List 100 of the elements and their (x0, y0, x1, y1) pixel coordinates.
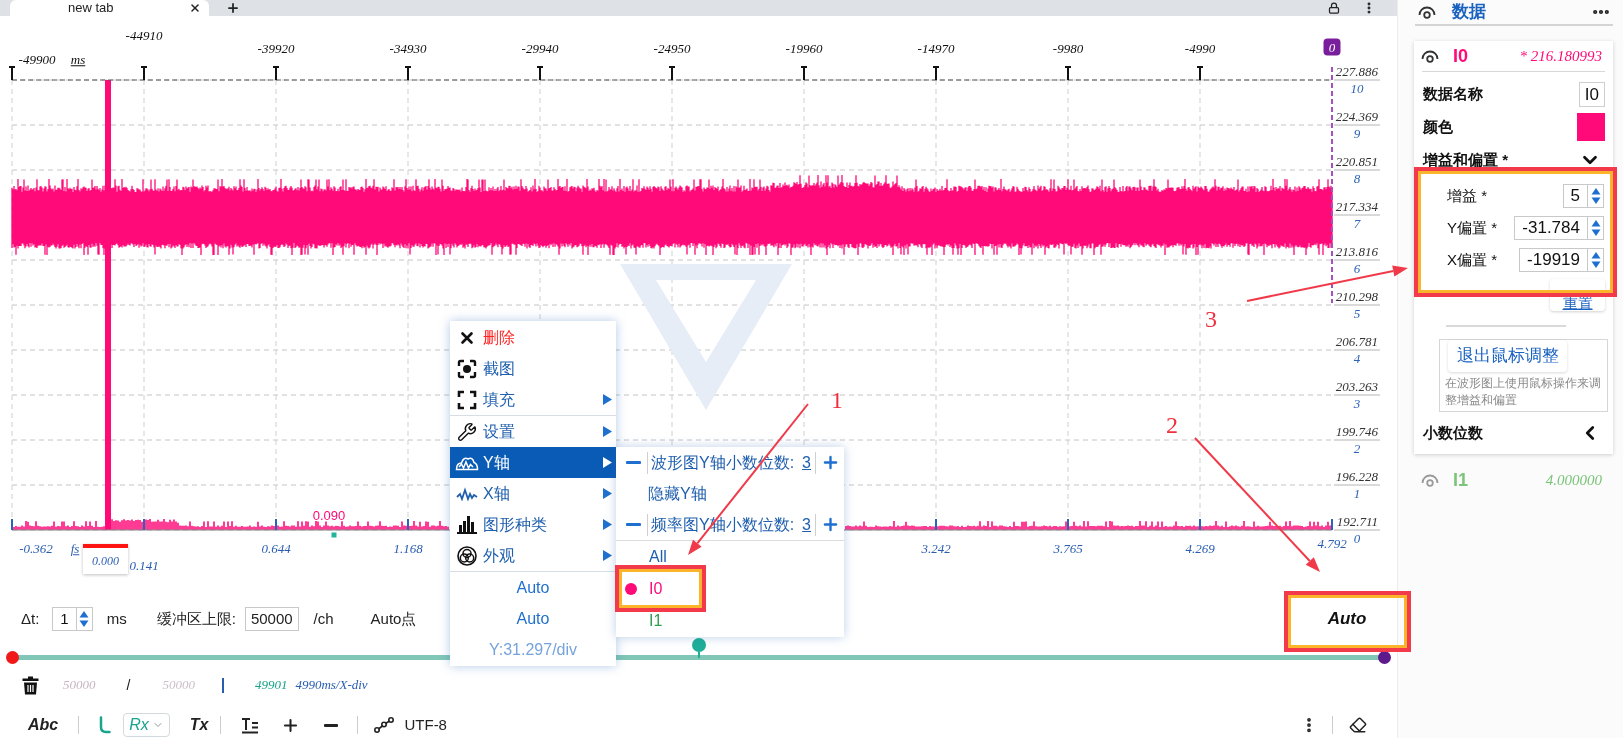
panel-title[interactable]: 数据 (1452, 0, 1486, 25)
menu-item[interactable]: 填充 (450, 384, 616, 415)
field-label: 缓冲区上限: (156, 608, 236, 629)
axis-label: 3.765 (1053, 540, 1083, 559)
field-label: 数据名称 (1423, 84, 1483, 105)
axis-label: -0.362 (19, 540, 53, 559)
axis-label: -39920 (257, 40, 295, 59)
menu-item[interactable]: 图形种类 (450, 509, 616, 540)
scale-readout: 4990ms/X-div (295, 676, 368, 695)
eye-icon[interactable] (1418, 5, 1436, 19)
axis-label: 220.851 (1335, 153, 1378, 172)
submenu-arrow-icon (603, 519, 612, 530)
menu-item[interactable]: Auto (450, 572, 616, 603)
minus-icon (625, 523, 641, 526)
axis-division: 4 (1353, 350, 1361, 369)
axis-label: -9980 (1052, 40, 1084, 59)
exit-adjust-button[interactable]: 退出鼠标调整 (1448, 340, 1567, 372)
menu-item[interactable]: All (616, 541, 844, 573)
number-input[interactable]: 5 (1562, 184, 1604, 208)
color-swatch[interactable] (1577, 113, 1605, 141)
axis-label: 224.369 (1335, 108, 1378, 127)
axis-label: -19960 (785, 40, 823, 59)
field-label: X偏置 * (1447, 249, 1497, 270)
menu-item[interactable]: 截图 (450, 353, 616, 384)
menu-item[interactable]: X轴 (450, 478, 616, 509)
channel-name[interactable]: I0 (1453, 42, 1468, 70)
axis-division: 6 (1353, 260, 1361, 279)
background-logo-icon (620, 264, 792, 410)
spinner-arrows-icon[interactable] (79, 610, 90, 628)
axis-division: 1 (1353, 485, 1361, 504)
trash-icon[interactable] (22, 675, 39, 695)
menu-item[interactable]: Y轴 (450, 447, 616, 478)
menu-item[interactable]: Auto (450, 603, 616, 634)
decimal-value[interactable]: 3 (802, 450, 811, 475)
peak-value-label: 0.090 (312, 507, 346, 526)
decimal-value[interactable]: 3 (802, 512, 811, 537)
submenu-arrow-icon (603, 426, 612, 437)
submenu-arrow-icon (603, 488, 612, 499)
capacity-text: 50000 (162, 676, 195, 695)
text-format-button[interactable]: Abc (28, 713, 59, 737)
annotation-number: 3 (1205, 306, 1217, 332)
axis-label: 192.711 (1336, 513, 1378, 532)
submenu-arrow-icon (603, 394, 612, 405)
axis-label: 1.168 (393, 540, 423, 559)
axis-label: 0.644 (261, 540, 291, 559)
annotation-number: 1 (831, 387, 843, 413)
tx-button[interactable]: Tx (189, 713, 209, 737)
interval-input[interactable]: 1 (52, 607, 93, 631)
number-input[interactable]: -31.784 (1514, 216, 1604, 240)
close-icon[interactable] (189, 2, 201, 14)
number-input[interactable]: -19919 (1519, 248, 1604, 272)
axis-unit: ms (70, 51, 86, 70)
name-input[interactable]: I0 (1578, 82, 1605, 107)
menu-item[interactable]: 隐藏Y轴 (616, 478, 844, 509)
spinner-arrows-icon[interactable] (1590, 251, 1601, 269)
axis-label: -24950 (653, 40, 691, 59)
browser-tab[interactable]: new tab (10, 0, 209, 16)
axis-division: 5 (1353, 305, 1361, 324)
wrench-icon (457, 421, 477, 442)
menu-item[interactable]: I1 (616, 605, 844, 637)
field-label: Auto点 (370, 608, 417, 629)
new-tab-icon[interactable] (226, 1, 240, 15)
encoding-button[interactable]: UTF-8 (404, 713, 447, 737)
axis-label: 196.228 (1335, 468, 1378, 487)
menu-item[interactable]: 设置 (450, 416, 616, 447)
axis-label: 217.334 (1335, 198, 1378, 217)
range-start-handle[interactable] (6, 651, 19, 664)
text-lines-icon[interactable] (241, 716, 260, 734)
menu-item[interactable]: 外观 (450, 540, 616, 571)
axis-division: 0 (1353, 530, 1361, 549)
field-label: 颜色 (1423, 116, 1453, 137)
section-title: 增益和偏置 * (1423, 149, 1508, 170)
spinner-arrows-icon[interactable] (1590, 219, 1601, 237)
marker-icon (331, 532, 337, 538)
cursor-readout: 0.000 (83, 544, 128, 574)
nodes-icon[interactable] (374, 717, 395, 733)
bar-chart-icon (457, 515, 477, 534)
axis-label: -49900 (18, 51, 56, 70)
hook-icon[interactable] (99, 716, 112, 734)
spinner-arrows-icon[interactable] (1590, 187, 1601, 205)
axis-division: 7 (1353, 215, 1361, 234)
menu-item[interactable]: I0 (616, 573, 844, 605)
axis-label: 4.792 (1317, 535, 1347, 554)
menu-item[interactable]: 删除 (450, 322, 616, 353)
buffer-input[interactable]: 50000 (244, 607, 299, 631)
eye-icon[interactable] (1421, 49, 1439, 63)
channel-reading: * 216.180993 (1519, 46, 1602, 66)
fullscreen-icon (457, 389, 477, 410)
circles-icon (457, 545, 477, 566)
lock-icon[interactable] (1328, 2, 1340, 14)
section-title: 小数位数 (1423, 422, 1483, 443)
minus-icon[interactable] (324, 723, 339, 727)
unit-label: ms (106, 608, 127, 629)
axis-division: 2 (1353, 440, 1361, 459)
axis-label: 227.886 (1335, 63, 1378, 82)
slider-thumb[interactable] (691, 638, 706, 658)
axis-label: 213.816 (1335, 243, 1378, 262)
annotation-number: 2 (1166, 412, 1178, 438)
eraser-icon[interactable] (1349, 716, 1367, 734)
submenu-arrow-icon (603, 550, 612, 561)
